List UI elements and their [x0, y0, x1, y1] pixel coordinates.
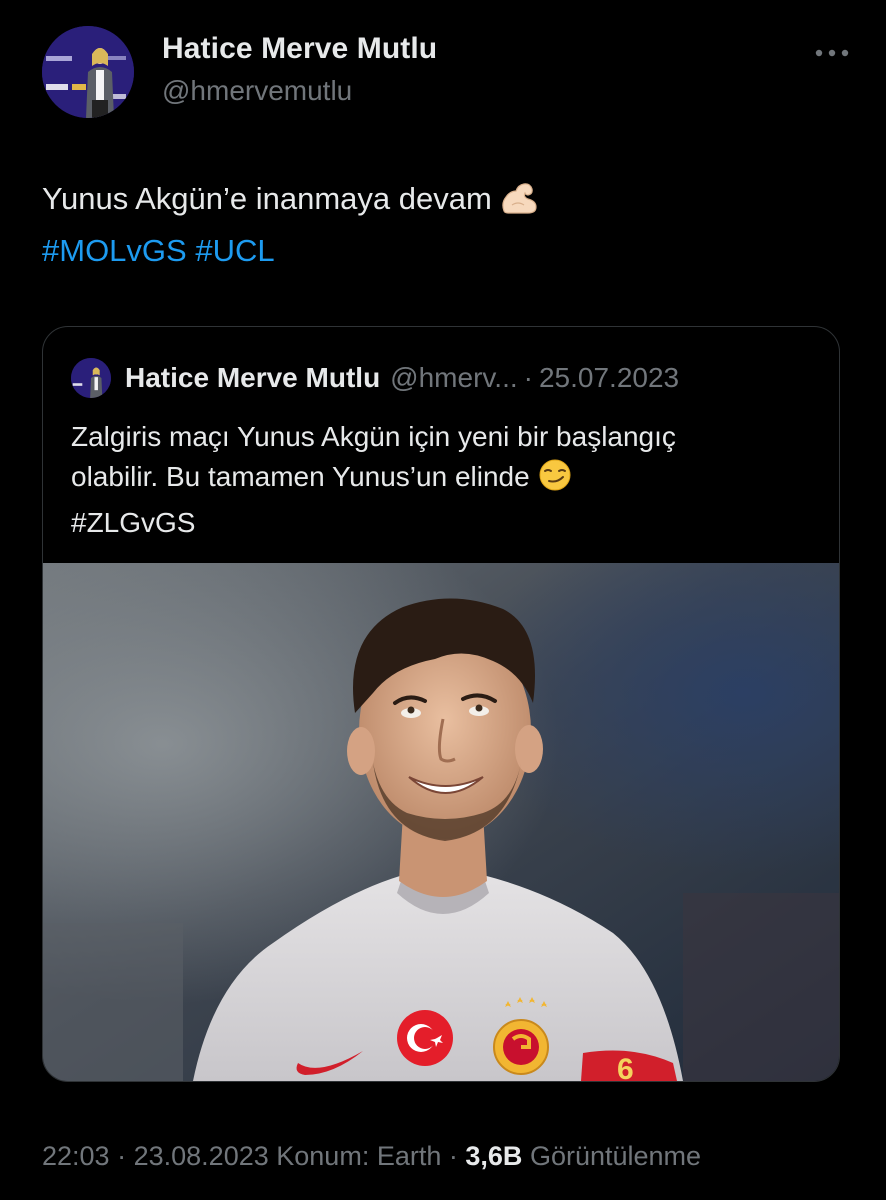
tweet-time[interactable]: 22:03: [42, 1141, 110, 1171]
tweet-date[interactable]: 23.08.2023: [134, 1141, 269, 1171]
tweet-location: Konum: Earth: [276, 1141, 442, 1171]
separator-dot: ·: [523, 362, 533, 393]
quoted-text-line-with-emoji: olabilir. Bu tamamen Yunus’un elinde: [71, 457, 831, 503]
views-count[interactable]: 3,6B: [465, 1141, 522, 1171]
quoted-text-line: olabilir. Bu tamamen Yunus’un elinde: [71, 461, 530, 492]
more-options-button[interactable]: [812, 38, 852, 68]
tweet-body: Yunus Akgün’e inanmaya devam #MOLvGS #UC…: [42, 176, 842, 274]
tweet-header: Hatice Merve Mutlu @hmervemutlu: [42, 26, 852, 118]
tweet-text-line: Yunus Akgün’e inanmaya devam: [42, 176, 842, 228]
player-photo[interactable]: 6: [43, 563, 839, 1081]
views-label: Görüntülenme: [529, 1141, 702, 1171]
player-photo-illustration: 6: [43, 563, 839, 1081]
author-display-name[interactable]: Hatice Merve Mutlu: [162, 30, 437, 68]
armband-number: 6: [617, 1053, 634, 1081]
quoted-author-avatar[interactable]: [71, 358, 111, 398]
quoted-tweet-date[interactable]: 25.07.2023: [539, 362, 679, 394]
separator-dot: ·: [117, 1141, 127, 1171]
profile-avatar[interactable]: [42, 26, 134, 118]
tweet-hashtags: #MOLvGS #UCL: [42, 228, 842, 274]
avatar-image: [42, 26, 134, 118]
author-names: Hatice Merve Mutlu @hmervemutlu: [162, 30, 437, 110]
quoted-author-display-name[interactable]: Hatice Merve Mutlu: [125, 362, 380, 394]
quoted-author-handle[interactable]: @hmerv...: [390, 362, 517, 394]
quoted-text-line: Zalgiris maçı Yunus Akgün için yeni bir …: [71, 421, 676, 452]
smirking-face-emoji-icon: [536, 458, 574, 503]
hashtag-link[interactable]: #MOLvGS: [42, 233, 187, 268]
hashtag-link[interactable]: #ZLGvGS: [71, 503, 831, 543]
separator-dot: ·: [448, 1141, 458, 1171]
quoted-tweet-header: Hatice Merve Mutlu @hmerv... · 25.07.202…: [71, 358, 679, 398]
quoted-tweet-body: Zalgiris maçı Yunus Akgün için yeni bir …: [71, 417, 831, 543]
quoted-tweet-card[interactable]: Hatice Merve Mutlu @hmerv... · 25.07.202…: [42, 326, 840, 1082]
avatar-image: [71, 358, 111, 398]
author-handle[interactable]: @hmervemutlu: [162, 72, 437, 110]
tweet-meta: 22:03 · 23.08.2023 Konum: Earth · 3,6B G…: [42, 1138, 701, 1174]
more-horizontal-icon: [815, 49, 849, 57]
flexed-biceps-emoji-icon: [498, 181, 540, 228]
hashtag-link[interactable]: #UCL: [195, 233, 274, 268]
tweet-text: Yunus Akgün’e inanmaya devam: [42, 181, 492, 216]
